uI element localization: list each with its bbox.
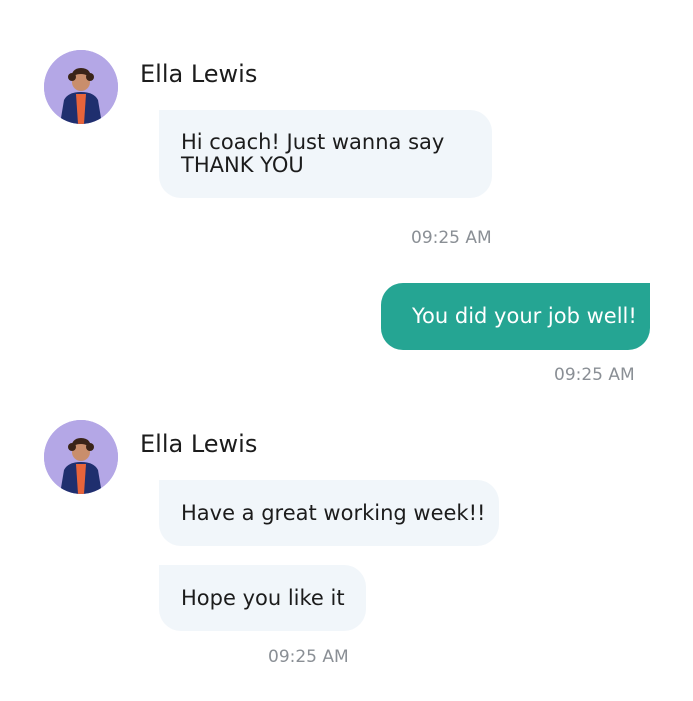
user-avatar-icon: [44, 50, 118, 124]
avatar[interactable]: [44, 420, 118, 494]
message-text: Hope you like it: [181, 586, 345, 610]
message-timestamp: 09:25 AM: [411, 228, 492, 248]
message-bubble-outgoing[interactable]: You did your job well!: [381, 283, 650, 350]
message-text: Hi coach! Just wanna say THANK YOU: [181, 130, 445, 177]
sender-name: Ella Lewis: [140, 60, 258, 88]
message-bubble-incoming[interactable]: Hi coach! Just wanna say THANK YOU: [159, 110, 492, 198]
message-timestamp: 09:25 AM: [554, 365, 635, 385]
message-timestamp: 09:25 AM: [268, 647, 349, 667]
sender-name: Ella Lewis: [140, 430, 258, 458]
user-avatar-icon: [44, 420, 118, 494]
message-text: Have a great working week!!: [181, 501, 486, 525]
message-text: You did your job well!: [412, 304, 637, 328]
avatar[interactable]: [44, 50, 118, 124]
message-bubble-incoming[interactable]: Hope you like it: [159, 565, 366, 631]
message-bubble-incoming[interactable]: Have a great working week!!: [159, 480, 499, 546]
